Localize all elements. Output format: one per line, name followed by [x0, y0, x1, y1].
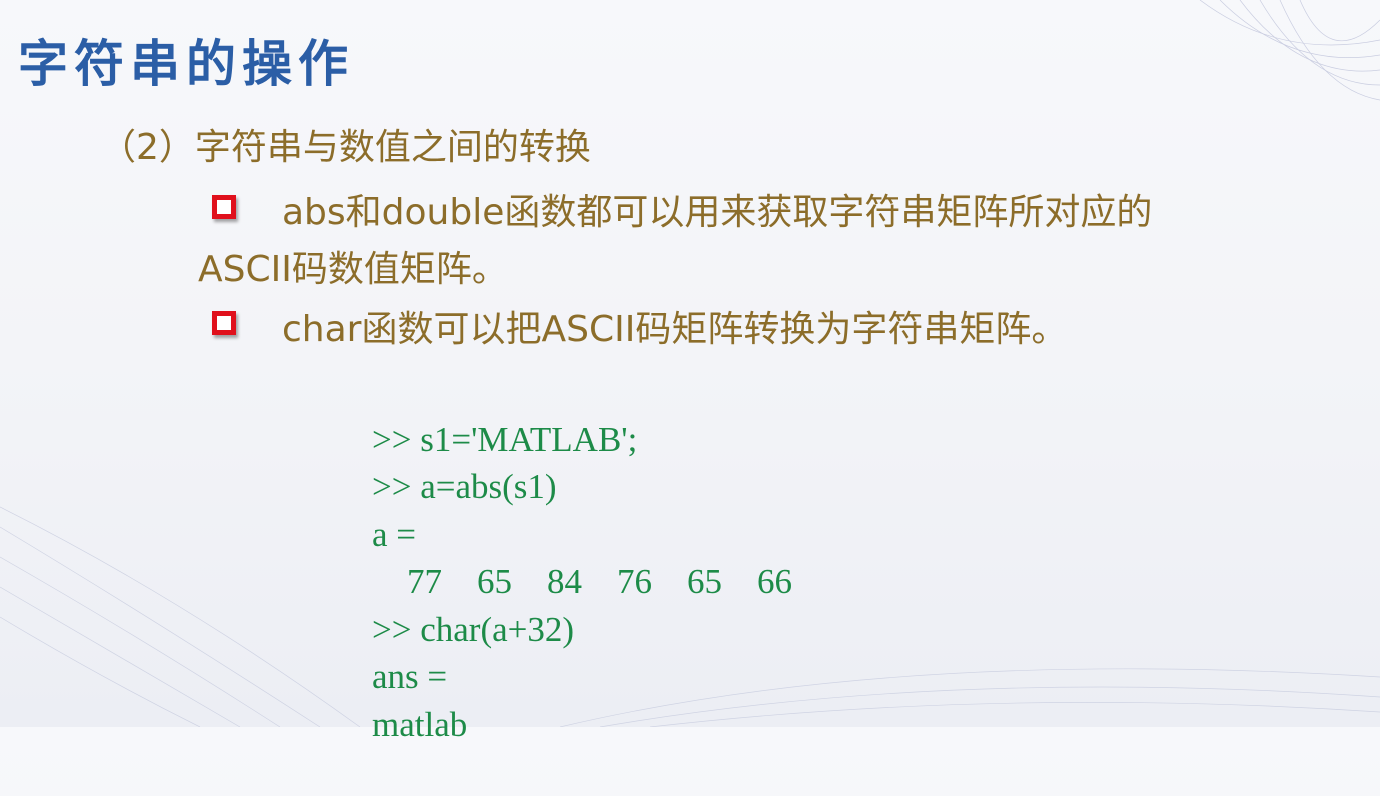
code-block: >> s1='MATLAB'; >> a=abs(s1) a = 77 65 84 … [372, 368, 792, 796]
section-subtitle: （2）字符串与数值之间的转换 [100, 127, 591, 168]
code-line: matlab [372, 704, 468, 744]
code-line: >> s1='MATLAB'; [372, 419, 638, 459]
slide-title: 字符串的操作 [18, 34, 354, 93]
code-line: >> a=abs(s1) [372, 467, 557, 506]
square-bullet-icon [212, 195, 236, 219]
decorative-wave-top-right [1199, 0, 1380, 101]
bullet-1-line-1: abs和double函数都可以用来获取字符串矩阵所对应的 [282, 192, 1153, 233]
square-bullet-icon [212, 311, 236, 335]
bullet-1-line-2: ASCII码数值矩阵。 [198, 249, 508, 290]
code-line: >> char(a+32) [372, 609, 575, 649]
bullet-2-line-1: char函数可以把ASCII码矩阵转换为字符串矩阵。 [282, 309, 1068, 350]
code-line: ans = [372, 657, 448, 696]
code-line: a = [372, 514, 417, 554]
code-line: 77 65 84 76 65 66 [372, 562, 792, 601]
